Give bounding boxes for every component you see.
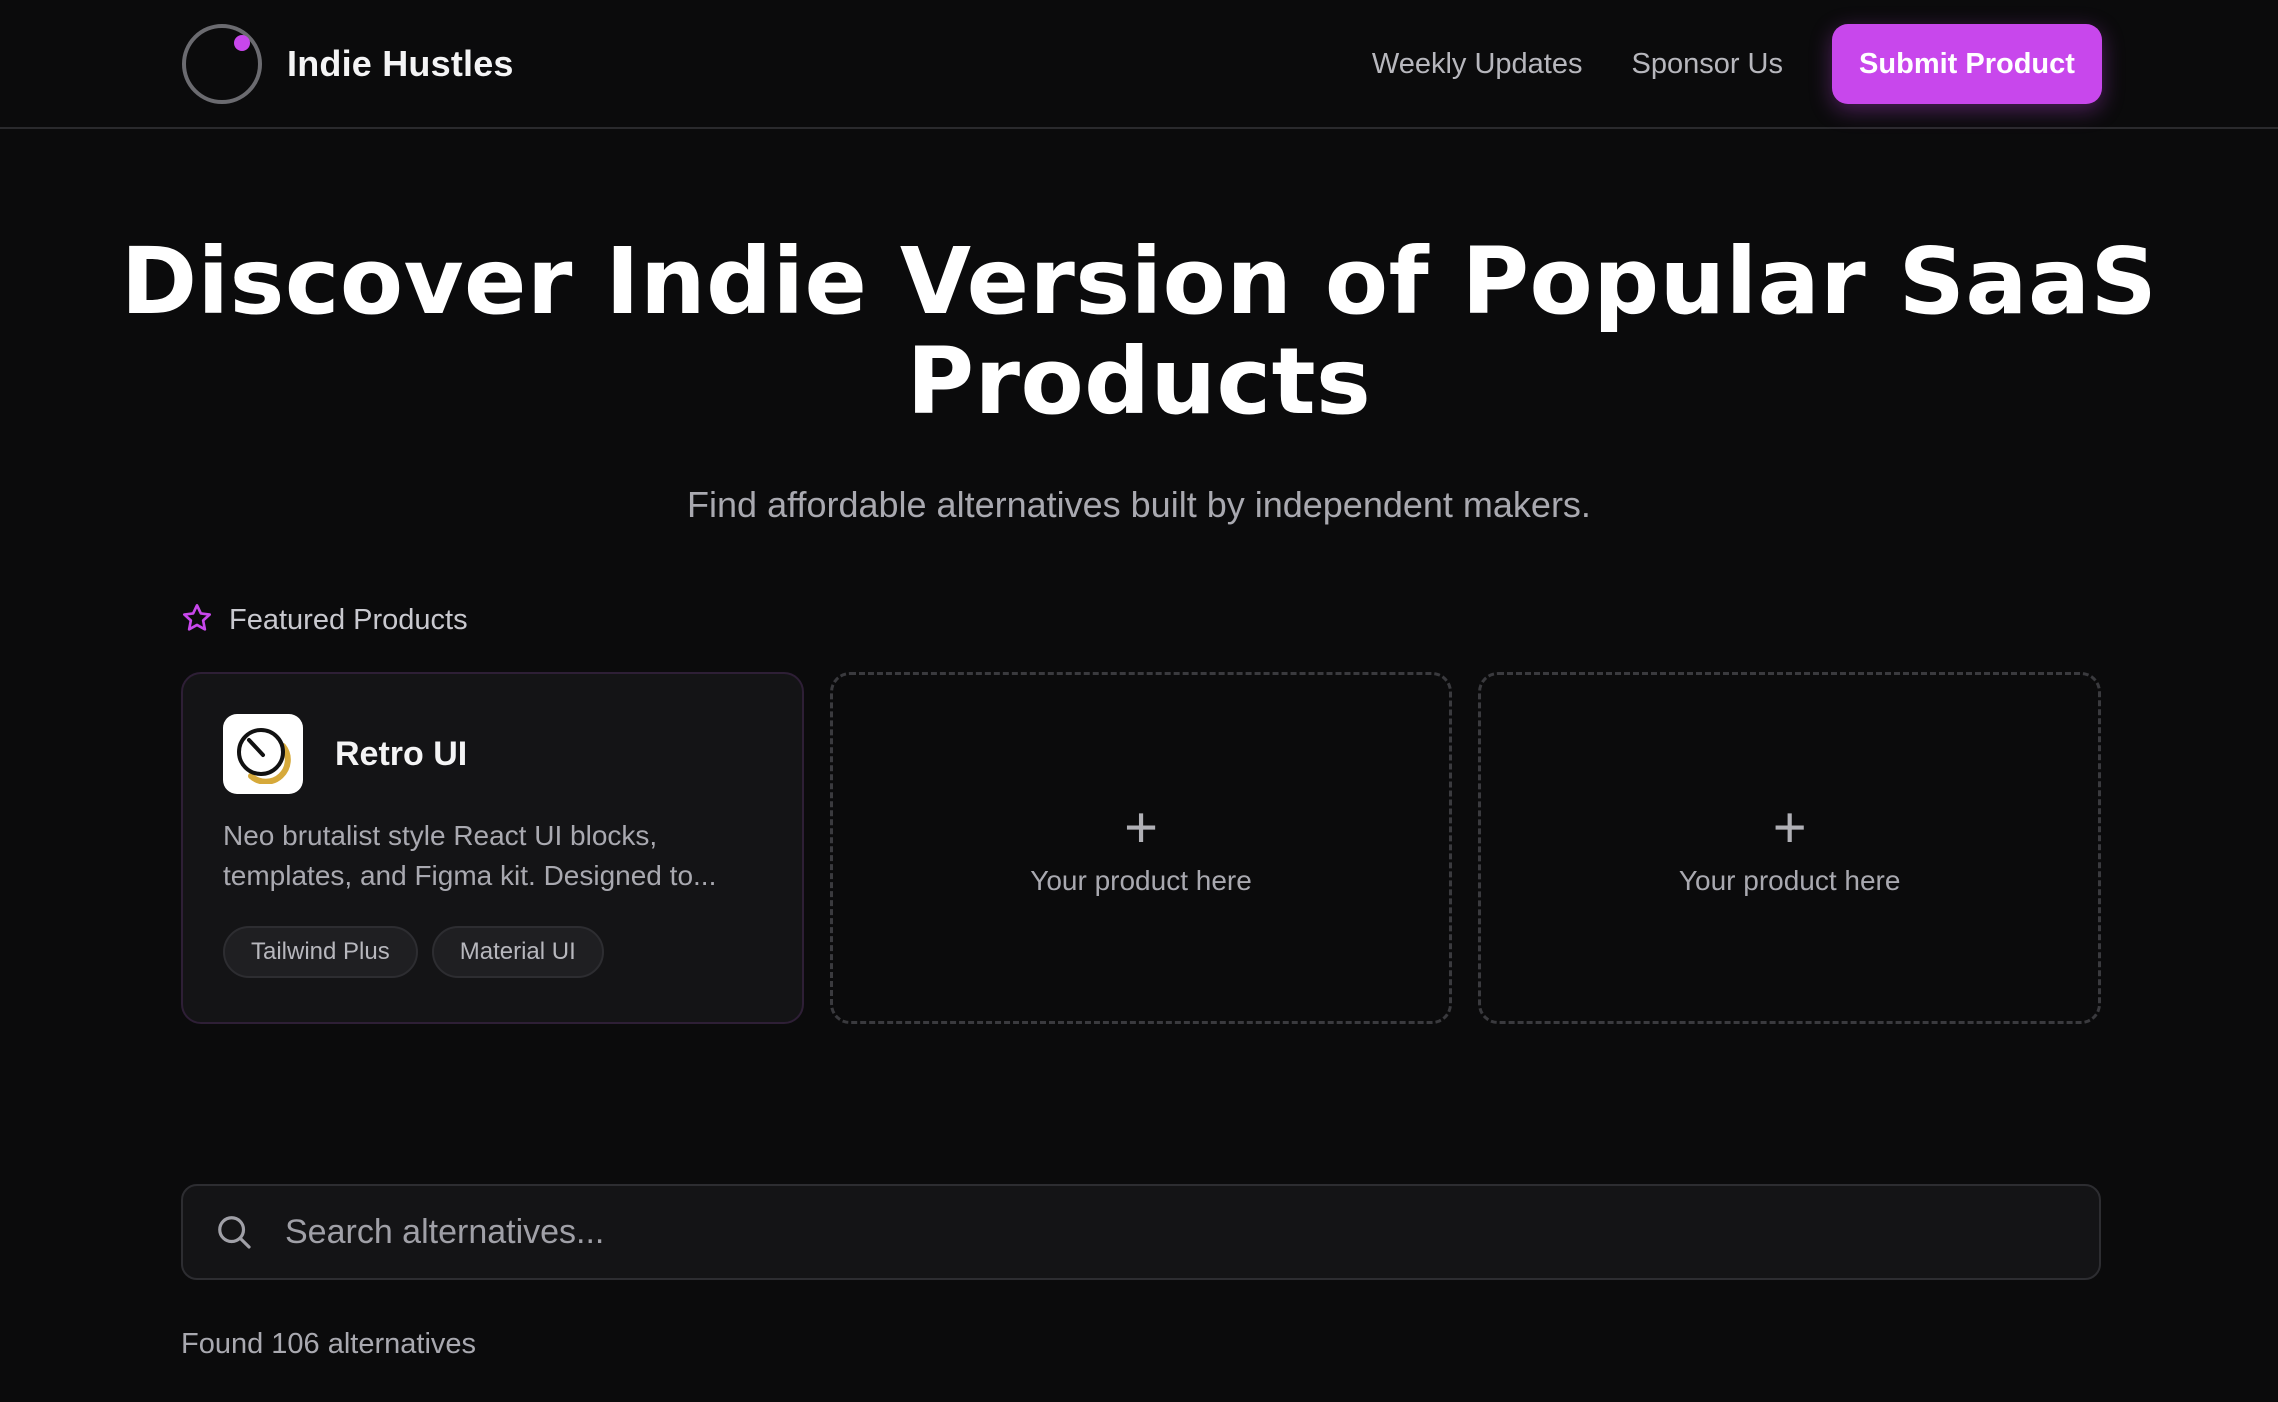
brand-name: Indie Hustles [287,43,514,84]
hero-title: Discover Indie Version of Popular SaaS P… [120,228,2158,435]
nav-weekly-updates[interactable]: Weekly Updates [1372,48,1583,81]
add-product-label: Your product here [1030,865,1252,896]
featured-label: Featured Products [229,603,468,636]
product-card-header: Retro UI [223,714,762,794]
product-name: Retro UI [335,734,468,773]
site-header: Indie Hustles Weekly Updates Sponsor Us … [0,0,2278,129]
submit-product-button[interactable]: Submit Product [1832,24,2102,104]
product-card-retro-ui[interactable]: Retro UI Neo brutalist style React UI bl… [181,672,804,1024]
search-input[interactable] [283,1187,2099,1277]
nav-sponsor-us[interactable]: Sponsor Us [1631,48,1783,81]
brand[interactable]: Indie Hustles [181,23,514,105]
main-nav: Weekly Updates Sponsor Us Submit Product [1372,23,2102,105]
add-product-slot[interactable]: + Your product here [829,672,1453,1024]
product-description: Neo brutalist style React UI blocks, tem… [223,820,717,891]
tag-tailwind-plus[interactable]: Tailwind Plus [223,926,418,978]
search-icon [215,1213,253,1251]
star-icon [181,602,213,639]
plus-icon: + [1124,795,1158,860]
product-tags: Tailwind Plus Material UI [223,926,762,978]
logo-icon [181,23,263,105]
plus-icon: + [1772,795,1807,860]
featured-header: Featured Products [181,598,468,642]
featured-cards: Retro UI Neo brutalist style React UI bl… [181,672,2102,1024]
tag-material-ui[interactable]: Material UI [431,926,604,978]
results-count: Found 106 alternatives [181,1328,477,1360]
add-product-label: Your product here [1678,865,1901,896]
search-bar[interactable] [181,1184,2101,1280]
hero-subtitle: Find affordable alternatives built by in… [687,484,1591,525]
retro-ui-logo-icon [223,714,303,794]
add-product-slot[interactable]: + Your product here [1478,672,2102,1024]
